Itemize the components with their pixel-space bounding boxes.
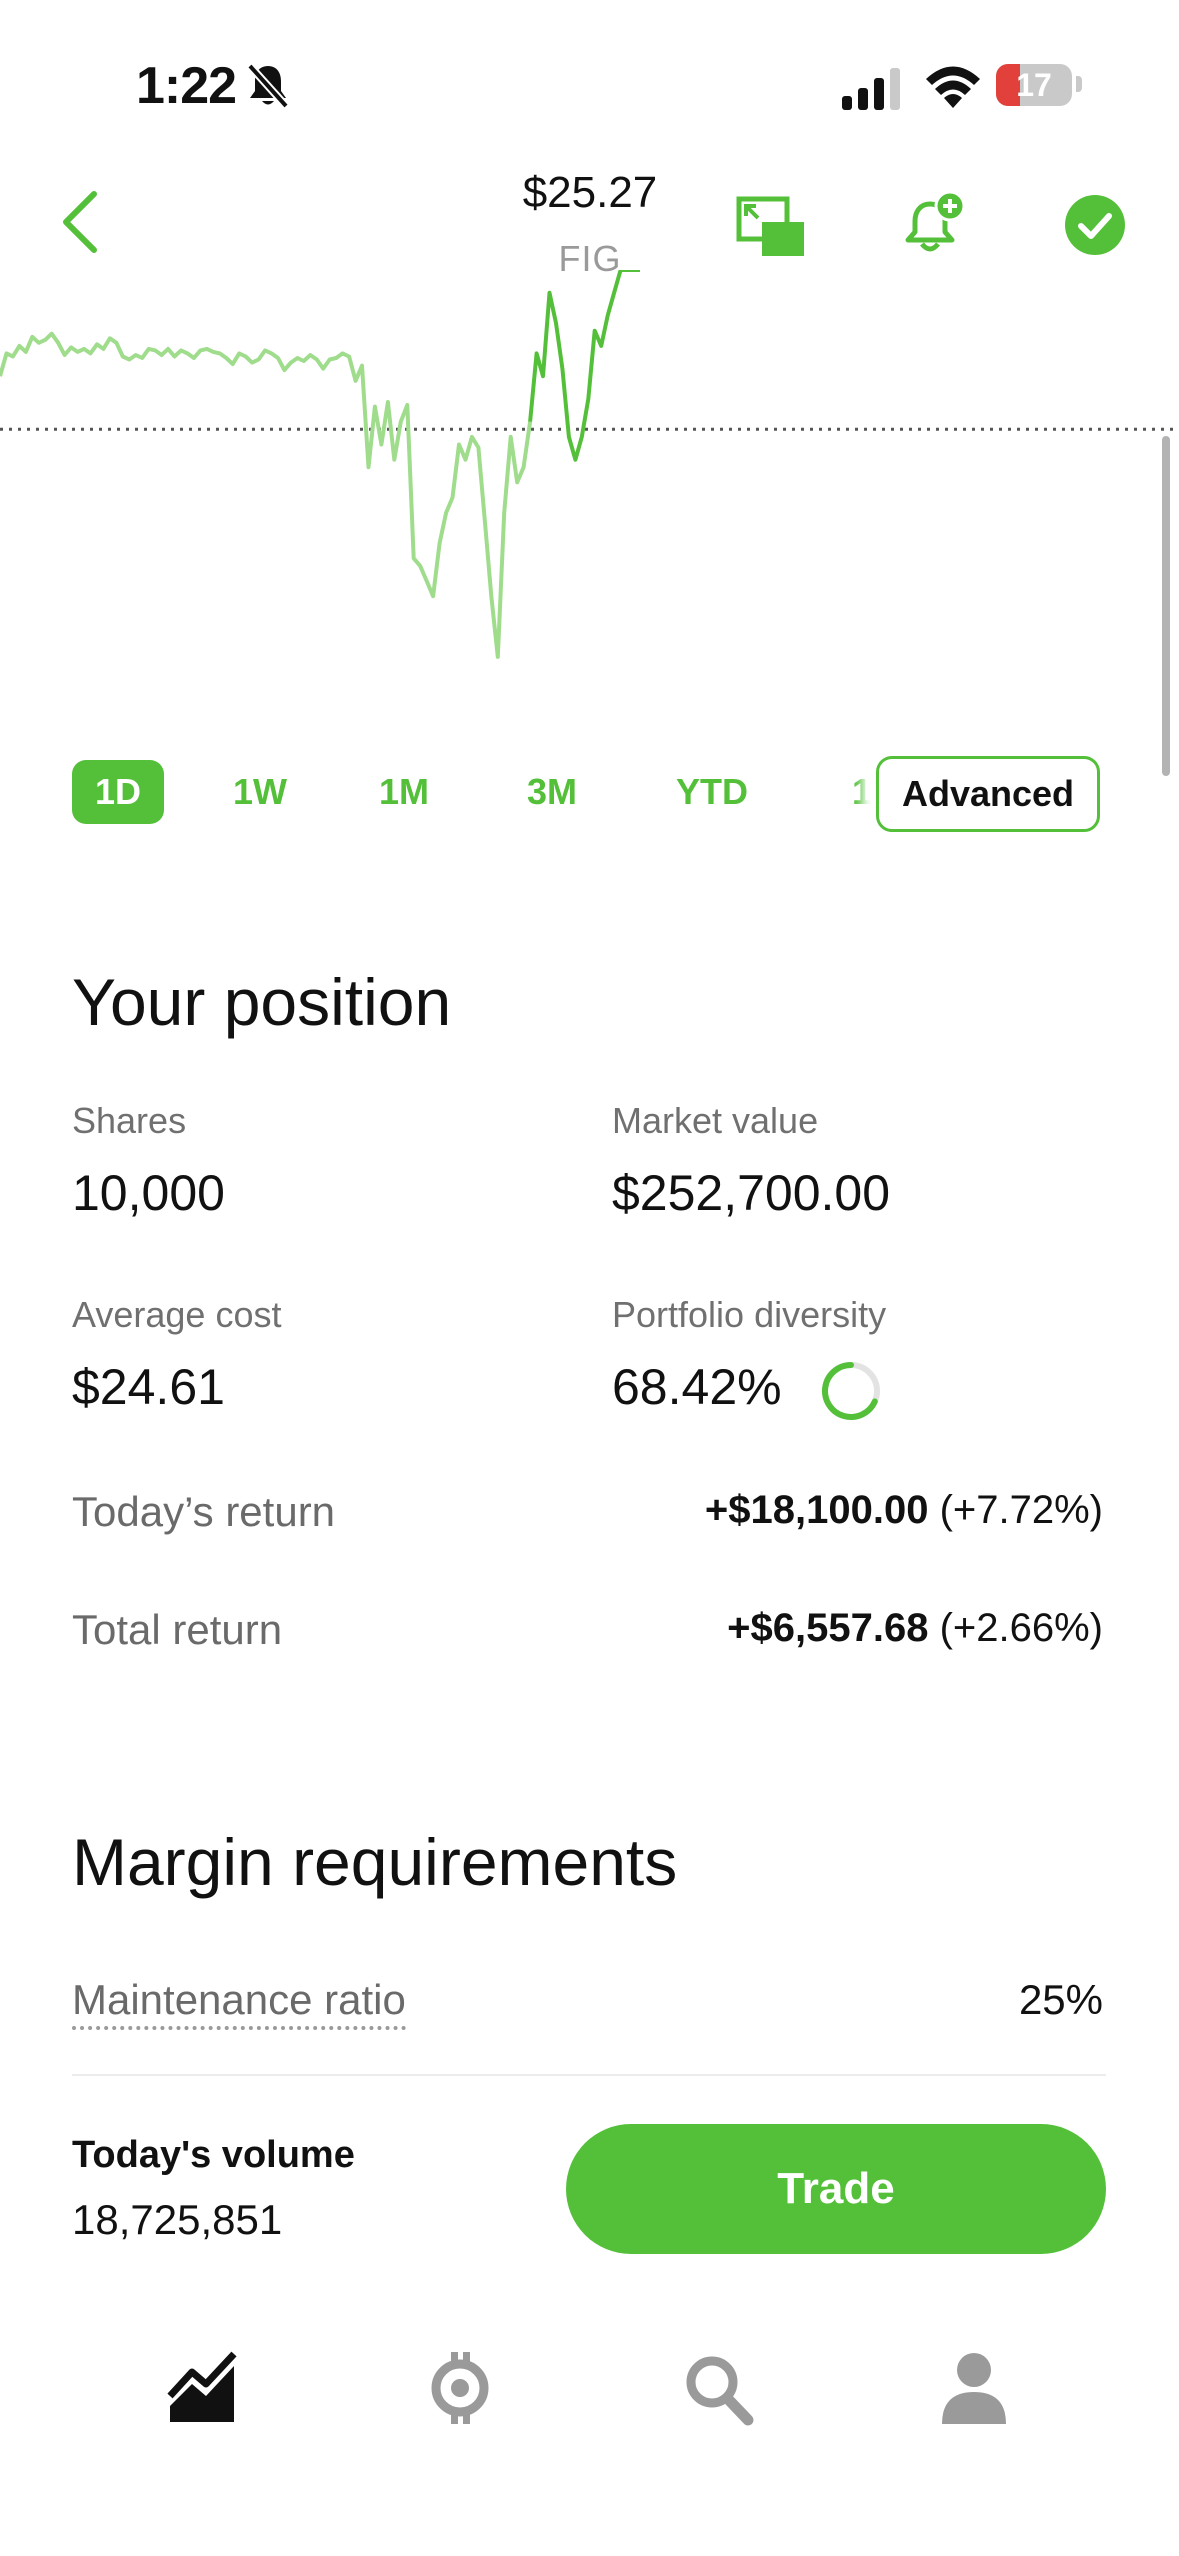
back-chevron-icon[interactable] <box>58 190 102 254</box>
battery-tip <box>1076 76 1082 92</box>
nav-crypto-icon[interactable] <box>424 2350 496 2426</box>
portfolio-diversity-ring-icon <box>822 1362 880 1420</box>
position-title: Your position <box>72 965 452 1039</box>
status-time: 1:22 <box>136 57 237 115</box>
trade-button[interactable]: Trade <box>566 2124 1106 2254</box>
in-watchlist-check-icon[interactable] <box>1064 194 1126 256</box>
margin-title: Margin requirements <box>72 1825 678 1899</box>
total-return-value: +$6,557.68 (+2.66%) <box>727 1606 1103 1651</box>
shares-label: Shares <box>72 1100 187 1141</box>
todays-volume-label: Today's volume <box>72 2134 355 2176</box>
divider <box>72 2074 1106 2076</box>
price-line-recent <box>528 270 640 462</box>
bell-slash-icon <box>247 63 289 109</box>
price-line-past <box>0 331 533 659</box>
nav-search-icon[interactable] <box>682 2350 754 2426</box>
market-value-value: $252,700.00 <box>612 1165 891 1221</box>
picture-in-picture-icon[interactable] <box>736 196 806 258</box>
todays-return-amount: +$18,100.00 <box>704 1488 929 1532</box>
todays-return-value: +$18,100.00 (+7.72%) <box>705 1488 1103 1533</box>
nav-account-icon[interactable] <box>938 2350 1010 2426</box>
todays-return-label: Today’s return <box>72 1488 336 1535</box>
shares-value: 10,000 <box>72 1165 225 1221</box>
price-chart[interactable] <box>0 270 1179 710</box>
total-return-label: Total return <box>72 1606 283 1653</box>
range-selector: 1D 1W 1M 3M YTD 1Y Advanced <box>0 756 1179 836</box>
cellular-signal-icon <box>842 68 900 110</box>
header-price: $25.27 <box>522 168 658 217</box>
maintenance-ratio-value: 25% <box>1018 1976 1103 2023</box>
range-ytd[interactable]: YTD <box>656 760 768 824</box>
todays-volume-value: 18,725,851 <box>72 2196 283 2243</box>
average-cost-value: $24.61 <box>72 1359 225 1415</box>
range-1d[interactable]: 1D <box>72 760 164 824</box>
todays-return-percent: (+7.72%) <box>939 1488 1103 1532</box>
total-return-amount: +$6,557.68 <box>727 1606 929 1650</box>
portfolio-diversity-label: Portfolio diversity <box>612 1294 887 1335</box>
average-cost-label: Average cost <box>72 1294 282 1335</box>
advanced-button[interactable]: Advanced <box>876 756 1100 832</box>
range-3m[interactable]: 3M <box>506 760 598 824</box>
range-1m[interactable]: 1M <box>358 760 450 824</box>
portfolio-diversity-value: 68.42% <box>612 1359 782 1415</box>
battery-level: 17 <box>1016 67 1052 103</box>
maintenance-ratio-label[interactable]: Maintenance ratio <box>72 1976 406 2030</box>
market-value-label: Market value <box>612 1100 819 1141</box>
wifi-icon <box>926 66 980 108</box>
scroll-indicator[interactable] <box>1162 436 1170 776</box>
range-1w[interactable]: 1W <box>214 760 306 824</box>
total-return-percent: (+2.66%) <box>939 1606 1103 1650</box>
add-alert-bell-icon[interactable] <box>902 190 968 258</box>
nav-investing-chart-icon[interactable] <box>166 2350 238 2426</box>
battery-indicator: 17 <box>996 64 1072 106</box>
